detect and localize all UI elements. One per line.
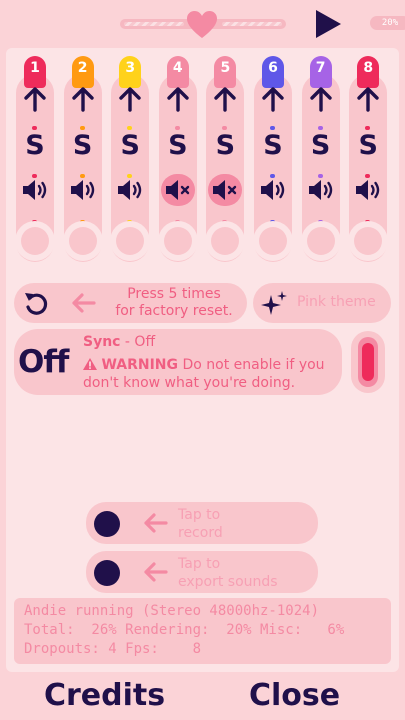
- close-button[interactable]: Close: [249, 678, 340, 713]
- up-arrow-icon[interactable]: [307, 86, 335, 112]
- sync-panel: Off Sync - Off WARNING Do not enable if …: [14, 329, 342, 395]
- up-arrow-icon[interactable]: [211, 86, 239, 112]
- heart-icon[interactable]: [186, 10, 218, 40]
- channel-knob[interactable]: [62, 221, 103, 261]
- left-arrow-icon: [72, 293, 96, 313]
- sync-toggle[interactable]: [351, 331, 385, 393]
- speaker-icon[interactable]: [351, 174, 385, 206]
- solo-button[interactable]: S: [23, 131, 47, 161]
- solo-button[interactable]: S: [309, 131, 333, 161]
- channel-number-badge[interactable]: 2: [71, 56, 94, 88]
- channel-number-badge[interactable]: 3: [119, 56, 142, 88]
- factory-reset-button[interactable]: Press 5 times for factory reset.: [14, 283, 247, 323]
- left-arrow-icon: [144, 513, 168, 533]
- sparkles-icon: [261, 291, 287, 315]
- channel-strip-7: 7S: [300, 56, 342, 266]
- pink-theme-label: Pink theme: [297, 294, 376, 310]
- channel-strip-5: 5S: [204, 56, 246, 266]
- console-line: Dropouts: 4 Fps: 8: [24, 641, 202, 657]
- solo-button[interactable]: S: [71, 131, 95, 161]
- up-arrow-icon[interactable]: [164, 86, 192, 112]
- factory-reset-label: Press 5 times for factory reset.: [115, 286, 233, 319]
- speaker-icon[interactable]: [304, 174, 338, 206]
- channel-knob[interactable]: [157, 221, 198, 261]
- channel-number-badge[interactable]: 1: [24, 56, 46, 88]
- channel-number-badge[interactable]: 7: [309, 56, 332, 88]
- channel-strip-3: 3S: [109, 56, 151, 266]
- warning-icon: [83, 358, 97, 370]
- export-label: Tap to export sounds: [178, 556, 278, 590]
- channel-knob[interactable]: [15, 221, 55, 261]
- record-button[interactable]: Tap to record: [86, 502, 318, 544]
- console-line: Total: 26% Rendering: 20% Misc: 6%: [24, 622, 345, 638]
- channel-strip-8: 8S: [347, 56, 389, 266]
- pink-theme-button[interactable]: Pink theme: [253, 283, 391, 323]
- channel-number-badge[interactable]: 6: [262, 56, 284, 88]
- sync-heading: Sync - Off: [83, 334, 156, 350]
- channel-knob[interactable]: [110, 221, 151, 261]
- channel-strip-2: 2S: [62, 56, 104, 266]
- record-icon: [94, 511, 120, 537]
- up-arrow-icon[interactable]: [69, 86, 97, 112]
- solo-button[interactable]: S: [213, 131, 237, 161]
- up-arrow-icon[interactable]: [354, 86, 382, 112]
- speaker-icon[interactable]: [66, 174, 100, 206]
- volume-slider-right-fill: [222, 22, 282, 26]
- speaker-icon[interactable]: [18, 174, 52, 206]
- top-bar: 20%: [0, 0, 405, 48]
- sync-state: Off: [18, 344, 69, 380]
- export-icon: [94, 560, 120, 586]
- up-arrow-icon[interactable]: [116, 86, 144, 112]
- speaker-icon[interactable]: [256, 174, 290, 206]
- channel-strip-4: 4S: [157, 56, 199, 266]
- volume-slider-left-fill: [124, 22, 184, 26]
- up-arrow-icon[interactable]: [21, 86, 49, 112]
- channel-strip-1: 1S: [14, 56, 56, 266]
- mute-speaker-icon[interactable]: [208, 174, 243, 206]
- cpu-percent-badge: 20%: [370, 16, 405, 30]
- play-icon[interactable]: [312, 8, 344, 40]
- solo-button[interactable]: S: [118, 131, 142, 161]
- credits-button[interactable]: Credits: [44, 678, 165, 713]
- channel-knob[interactable]: [253, 221, 293, 261]
- channel-knob[interactable]: [300, 221, 341, 261]
- solo-button[interactable]: S: [261, 131, 285, 161]
- solo-button[interactable]: S: [356, 131, 380, 161]
- channel-knob[interactable]: [348, 221, 389, 261]
- channel-strip-6: 6S: [252, 56, 294, 266]
- export-sounds-button[interactable]: Tap to export sounds: [86, 551, 318, 593]
- speaker-icon[interactable]: [113, 174, 147, 206]
- record-label: Tap to record: [178, 507, 223, 541]
- up-arrow-icon[interactable]: [259, 86, 287, 112]
- sync-warning: WARNING Do not enable if you don't know w…: [83, 357, 325, 391]
- reset-icon: [25, 293, 48, 315]
- left-arrow-icon: [144, 562, 168, 582]
- console-line: Andie running (Stereo 48000hz-1024): [24, 603, 320, 619]
- status-console: Andie running (Stereo 48000hz-1024) Tota…: [14, 598, 391, 664]
- solo-button[interactable]: S: [166, 131, 190, 161]
- mute-speaker-icon[interactable]: [160, 174, 195, 206]
- channel-number-badge[interactable]: 5: [214, 56, 237, 88]
- channel-number-badge[interactable]: 4: [166, 56, 189, 88]
- channel-number-badge[interactable]: 8: [357, 56, 380, 88]
